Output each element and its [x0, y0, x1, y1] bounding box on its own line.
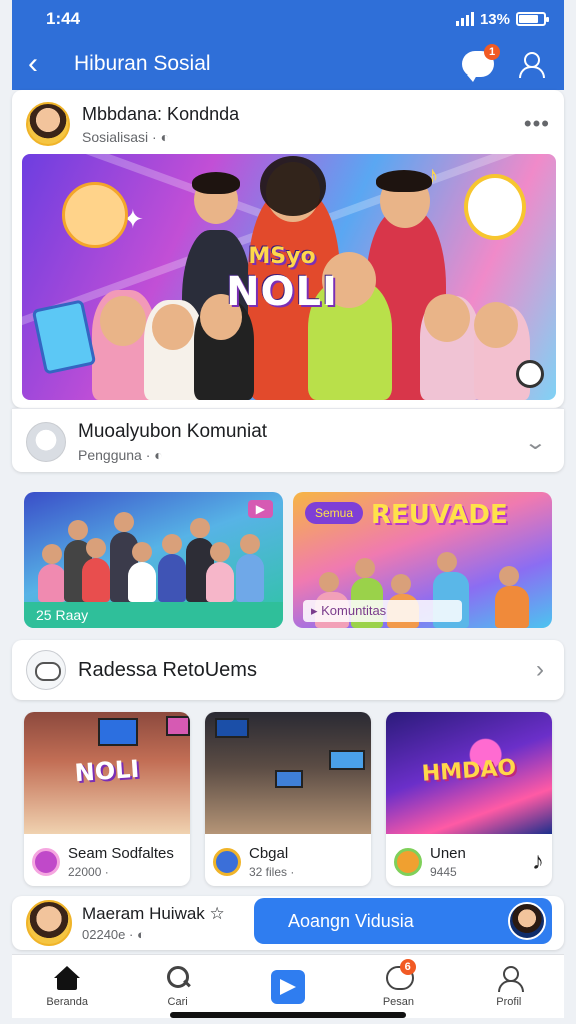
tab-create[interactable]: [233, 955, 343, 1018]
tab-label: Pesan: [382, 995, 415, 1008]
tile-caption: 25 Raay: [24, 602, 283, 628]
video-meta: 9445: [430, 865, 457, 879]
bottom-tab-bar: Beranda Cari 6 Pesan Profil: [12, 954, 564, 1018]
messages-badge: 6: [399, 959, 416, 975]
video-meta: 32 files ·: [249, 865, 295, 879]
tile-caption: ▸ Komuntitas: [303, 600, 462, 622]
chat-badge: 1: [484, 44, 500, 60]
tab-messages[interactable]: 6 Pesan: [343, 955, 453, 1018]
back-button[interactable]: ‹: [28, 49, 68, 79]
app-screen: 1:44 13% ‹ Hiburan Sosial 1 Mbbdana: Kon…: [0, 0, 576, 1024]
video-title: Cbgal: [249, 845, 289, 862]
tab-search[interactable]: Cari: [122, 955, 232, 1018]
more-options-icon[interactable]: •••: [524, 111, 550, 137]
chevron-down-icon[interactable]: ⌄: [524, 430, 547, 455]
home-icon: [54, 965, 81, 990]
user-subtitle: 02240e · ◐: [82, 927, 145, 942]
user-icon: [496, 965, 524, 992]
video-info: Unen 9445 ♪: [394, 842, 544, 882]
video-title: Seam Sodfaltes: [68, 845, 174, 862]
recommendation-row[interactable]: Radessa RetoUems ›: [12, 640, 564, 700]
video-info: Cbgal 32 files ·: [213, 842, 363, 882]
video-thumbnail: HMDAO: [386, 712, 552, 834]
status-right: 13%: [455, 10, 549, 28]
video-title: Unen: [430, 845, 466, 862]
tile-people: [24, 502, 283, 602]
tab-label: Beranda: [46, 995, 88, 1008]
tab-label: Cari: [167, 995, 188, 1008]
app-header: ‹ Hiburan Sosial 1: [12, 38, 564, 90]
post-header: Mbbdana: Kondnda Sosialisasi · ◐ •••: [26, 98, 550, 150]
channel-avatar: [213, 848, 241, 876]
chat-button[interactable]: 1: [460, 44, 500, 82]
globe-icon: ◐: [160, 128, 170, 145]
author-name[interactable]: Mbbdana: Kondnda: [82, 104, 524, 125]
user-name: Maeram Huiwak ☆: [82, 904, 225, 923]
compose-meta: Maeram Huiwak ☆ 02240e · ◐: [82, 904, 225, 942]
community-name: Muoalyubon Komuniat: [78, 421, 268, 442]
video-card[interactable]: NOLI Seam Sodfaltes 22000 ·: [24, 712, 190, 886]
tab-label: Profil: [496, 995, 522, 1008]
video-thumbnail: NOLI: [24, 712, 190, 834]
join-video-button[interactable]: Aoangn Vidusia: [254, 898, 552, 944]
tile-pill: Semua: [305, 502, 364, 524]
page-title: Hiburan Sosial: [74, 52, 211, 75]
media-tile-kids[interactable]: Semua REUVADE ▸ Komuntitas: [293, 492, 552, 628]
speech-bubble-icon: [26, 650, 66, 690]
community-header: Muoalyubon Komuniat Pengguna · ◐ ⌄: [26, 419, 547, 465]
profile-button[interactable]: [512, 46, 548, 82]
recommendation-header: Radessa RetoUems ›: [26, 648, 544, 692]
community-meta: Muoalyubon Komuniat Pengguna · ◐: [78, 421, 527, 463]
community-row[interactable]: Muoalyubon Komuniat Pengguna · ◐ ⌄: [12, 408, 564, 472]
video-meta: 22000 ·: [68, 865, 109, 879]
user-avatar[interactable]: [26, 900, 72, 946]
send-icon: [271, 969, 306, 1004]
video-info: Seam Sodfaltes 22000 ·: [32, 842, 182, 882]
signal-icon: [455, 12, 474, 26]
chevron-right-icon[interactable]: ›: [536, 656, 544, 684]
video-card[interactable]: Cbgal 32 files ·: [205, 712, 371, 886]
tab-profile[interactable]: Profil: [454, 955, 564, 1018]
globe-icon: ◐: [154, 447, 163, 463]
community-subtitle: Pengguna · ◐: [78, 447, 163, 463]
post-subtitle: Sosialisasi · ◐: [82, 128, 170, 145]
globe-icon: ◐: [136, 927, 145, 942]
video-thumbnail: [205, 712, 371, 834]
battery-percent: 13%: [479, 10, 510, 28]
status-time: 1:44: [46, 9, 81, 28]
cta-avatar: [508, 902, 546, 940]
tile-banner: REUVADE: [371, 500, 508, 530]
community-avatar: [26, 422, 66, 462]
music-note-icon[interactable]: ♪: [532, 848, 544, 876]
channel-avatar: [32, 848, 60, 876]
join-video-label: Aoangn Vidusia: [288, 910, 414, 931]
media-tile-group[interactable]: ▶ 25 Raay: [24, 492, 283, 628]
post-card: Mbbdana: Kondnda Sosialisasi · ◐ ••• ♪ ✦: [12, 90, 564, 408]
channel-avatar: [394, 848, 422, 876]
home-indicator: [170, 1012, 406, 1018]
post-meta: Mbbdana: Kondnda Sosialisasi · ◐: [82, 104, 524, 145]
record-icon[interactable]: [516, 360, 544, 388]
compose-bar: Maeram Huiwak ☆ 02240e · ◐ Aoangn Vidusi…: [12, 896, 564, 950]
tab-home[interactable]: Beranda: [12, 955, 122, 1018]
video-card[interactable]: HMDAO Unen 9445 ♪: [386, 712, 552, 886]
author-avatar[interactable]: [26, 102, 70, 146]
battery-icon: [516, 12, 549, 26]
hero-title: MSyo NOLI: [226, 244, 338, 315]
tile-play-icon: ▸: [311, 603, 322, 618]
recommendation-title: Radessa RetoUems: [78, 658, 257, 681]
status-bar: 1:44 13%: [12, 0, 564, 38]
search-icon: [165, 965, 191, 990]
post-hero-image[interactable]: ♪ ✦ MSyo NOLI: [22, 154, 556, 400]
user-icon: [517, 52, 545, 78]
